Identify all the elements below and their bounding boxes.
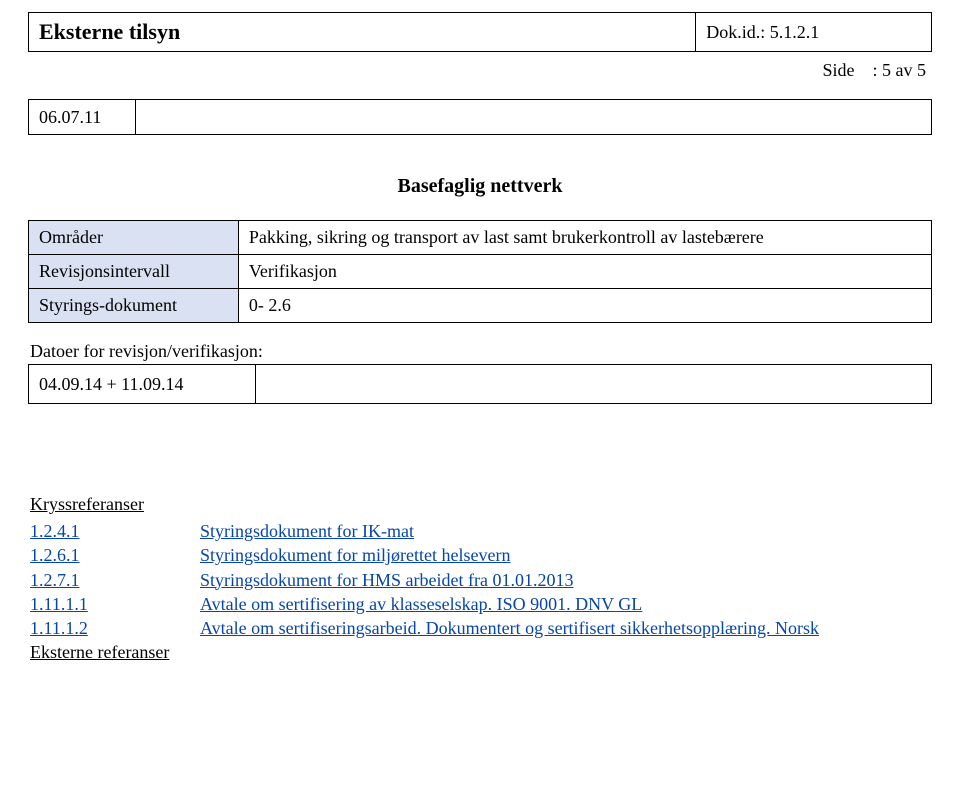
list-item: 1.2.4.1 Styringsdokument for IK-mat <box>30 519 932 543</box>
list-item: 1.2.7.1 Styringsdokument for HMS arbeide… <box>30 568 932 592</box>
list-item: 1.11.1.2 Avtale om sertifiseringsarbeid.… <box>30 616 932 640</box>
docid-label: Dok.id.: <box>706 22 765 42</box>
ref-number-link[interactable]: 1.2.6.1 <box>30 543 200 567</box>
list-item: 1.2.6.1 Styringsdokument for miljørettet… <box>30 543 932 567</box>
ref-text-link[interactable]: Avtale om sertifiseringsarbeid. Dokument… <box>200 616 819 640</box>
prop-value: Pakking, sikring og transport av last sa… <box>238 221 931 255</box>
dates-heading: Datoer for revisjon/verifikasjon: <box>30 341 932 362</box>
ref-text-link[interactable]: Avtale om sertifisering av klasseselskap… <box>200 592 642 616</box>
header-docid: Dok.id.: 5.1.2.1 <box>696 13 932 52</box>
ref-number-link[interactable]: 1.2.4.1 <box>30 519 200 543</box>
ref-text-link[interactable]: Styringsdokument for miljørettet helseve… <box>200 543 510 567</box>
table-row: Områder Pakking, sikring og transport av… <box>29 221 932 255</box>
side-label: Side <box>822 60 854 80</box>
dates-table: 04.09.14 + 11.09.14 <box>28 364 932 404</box>
header-table: Eksterne tilsyn Dok.id.: 5.1.2.1 <box>28 12 932 52</box>
ref-number-link[interactable]: 1.11.1.2 <box>30 616 200 640</box>
prop-label: Områder <box>29 221 239 255</box>
small-box-right <box>135 100 931 135</box>
dates-left: 04.09.14 + 11.09.14 <box>29 365 256 404</box>
prop-label: Styrings-dokument <box>29 289 239 323</box>
list-item: 1.11.1.1 Avtale om sertifisering av klas… <box>30 592 932 616</box>
page-side-indicator: Side : 5 av 5 <box>28 60 926 81</box>
table-row: Revisjonsintervall Verifikasjon <box>29 255 932 289</box>
section-title: Basefaglig nettverk <box>28 175 932 198</box>
dates-right <box>256 365 932 404</box>
cross-references-list: 1.2.4.1 Styringsdokument for IK-mat 1.2.… <box>30 519 932 640</box>
prop-label: Revisjonsintervall <box>29 255 239 289</box>
header-title: Eksterne tilsyn <box>29 13 696 52</box>
ref-text-link[interactable]: Styringsdokument for HMS arbeidet fra 01… <box>200 568 573 592</box>
small-box-left: 06.07.11 <box>29 100 136 135</box>
side-value: : 5 av 5 <box>873 60 927 80</box>
ref-number-link[interactable]: 1.11.1.1 <box>30 592 200 616</box>
ref-text-link[interactable]: Styringsdokument for IK-mat <box>200 519 414 543</box>
prop-value: 0- 2.6 <box>238 289 931 323</box>
external-references-heading: Eksterne referanser <box>30 642 932 663</box>
table-row: Styrings-dokument 0- 2.6 <box>29 289 932 323</box>
properties-table: Områder Pakking, sikring og transport av… <box>28 220 932 323</box>
cross-references-heading: Kryssreferanser <box>30 494 932 515</box>
small-box: 06.07.11 <box>28 99 932 135</box>
prop-value: Verifikasjon <box>238 255 931 289</box>
docid-value: 5.1.2.1 <box>770 22 820 42</box>
ref-number-link[interactable]: 1.2.7.1 <box>30 568 200 592</box>
